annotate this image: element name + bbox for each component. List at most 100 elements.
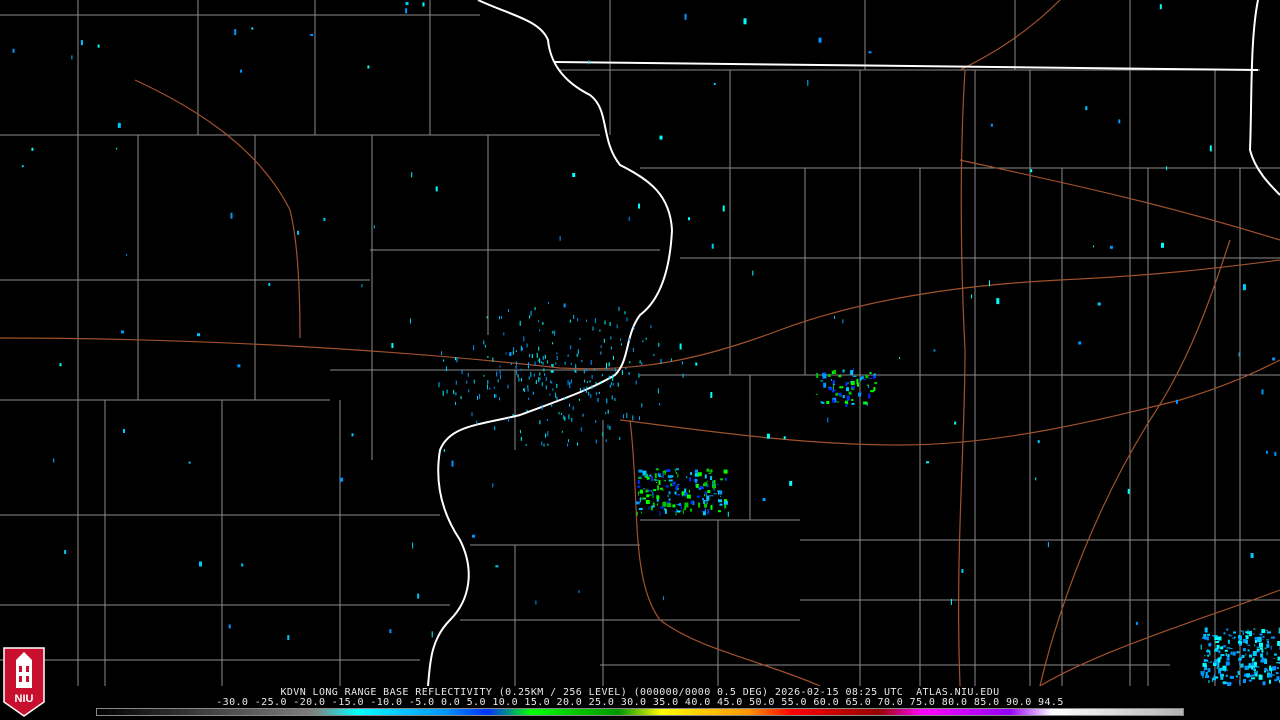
radar-echo (624, 311, 626, 315)
radar-echo (667, 503, 672, 508)
radar-echo (684, 13, 687, 20)
radar-echo (752, 270, 754, 276)
radar-echo (1242, 648, 1246, 652)
radar-echo (564, 416, 566, 421)
radar-echo (626, 412, 628, 418)
radar-echo (1238, 352, 1240, 357)
radar-echo (1093, 245, 1094, 248)
radar-echo (1232, 637, 1234, 639)
radar-echo (1217, 657, 1221, 663)
radar-echo (851, 385, 855, 389)
radar-echo (552, 330, 554, 334)
radar-echo (1238, 640, 1240, 645)
radar-echo (476, 420, 478, 425)
radar-echo (570, 363, 572, 365)
radar-echo (671, 358, 672, 362)
radar-echo (1251, 658, 1254, 662)
radar-echo (530, 310, 532, 316)
radar-echo (590, 359, 592, 365)
radar-echo (709, 495, 714, 497)
radar-echo (600, 351, 602, 355)
radar-echo (657, 388, 659, 394)
radar-echo (240, 69, 242, 73)
radar-echo (834, 316, 835, 319)
radar-echo (1217, 662, 1220, 668)
radar-echo (1259, 633, 1263, 636)
radar-echo (1275, 672, 1279, 675)
radar-echo (628, 216, 630, 221)
radar-echo (80, 40, 83, 46)
radar-echo (486, 316, 488, 319)
radar-echo (1272, 666, 1277, 671)
radar-echo (704, 491, 707, 495)
radar-echo (520, 368, 522, 371)
radar-echo (720, 495, 722, 497)
radar-echo (570, 379, 572, 384)
radar-echo (660, 358, 662, 364)
radar-echo (468, 389, 470, 393)
radar-echo (1241, 655, 1245, 658)
radar-echo (542, 355, 544, 360)
radar-echo (558, 412, 560, 415)
radar-echo (467, 372, 469, 377)
radar-echo (529, 315, 531, 319)
radar-echo (720, 478, 723, 481)
radar-echo (586, 319, 587, 322)
radar-echo (53, 458, 55, 463)
radar-echo (435, 186, 438, 192)
radar-echo (1270, 645, 1272, 650)
radar-echo (675, 511, 677, 516)
radar-echo (526, 343, 528, 348)
radar-echo (1240, 663, 1244, 668)
radar-echo (600, 345, 602, 349)
radar-echo (479, 393, 481, 399)
radar-echo (460, 396, 462, 400)
radar-echo (1211, 678, 1213, 682)
radar-echo (702, 511, 706, 516)
radar-echo (1264, 667, 1268, 671)
radar-echo (539, 372, 541, 376)
radar-echo (827, 417, 829, 423)
radar-echo (1256, 640, 1259, 642)
radar-echo (1252, 651, 1257, 656)
radar-echo (598, 391, 600, 394)
radar-echo (1250, 630, 1252, 635)
radar-echo (1220, 654, 1225, 656)
radar-echo (564, 397, 566, 401)
radar-map (0, 0, 1280, 686)
radar-echo (576, 353, 578, 357)
radar-echo (926, 461, 930, 464)
radar-echo (563, 415, 565, 420)
radar-echo (1261, 657, 1265, 662)
radar-echo (727, 511, 729, 517)
radar-echo (848, 391, 852, 395)
radar-echo (512, 350, 514, 355)
radar-echo (367, 65, 370, 69)
radar-echo (473, 345, 475, 351)
radar-echo (572, 173, 576, 177)
radar-echo (1208, 680, 1210, 684)
radar-echo (1219, 667, 1224, 671)
radar-echo (1226, 669, 1228, 671)
radar-echo (1271, 636, 1275, 639)
radar-echo (589, 380, 591, 383)
radar-echo (543, 368, 545, 372)
radar-echo (704, 474, 707, 479)
radar-echo (842, 369, 845, 373)
radar-echo (495, 394, 497, 398)
radar-echo (851, 379, 853, 381)
radar-echo (550, 370, 554, 373)
radar-echo (652, 496, 655, 498)
radar-echo (612, 355, 614, 360)
radar-echo (541, 361, 542, 364)
radar-echo (783, 436, 786, 440)
radar-echo (1273, 653, 1277, 656)
radar-echo (1239, 662, 1241, 665)
radar-echo (591, 374, 593, 379)
radar-echo (616, 324, 618, 329)
radar-echo (933, 349, 936, 352)
radar-echo (828, 387, 833, 391)
radar-echo (743, 18, 747, 25)
radar-echo (1267, 669, 1269, 672)
radar-echo (188, 461, 191, 464)
